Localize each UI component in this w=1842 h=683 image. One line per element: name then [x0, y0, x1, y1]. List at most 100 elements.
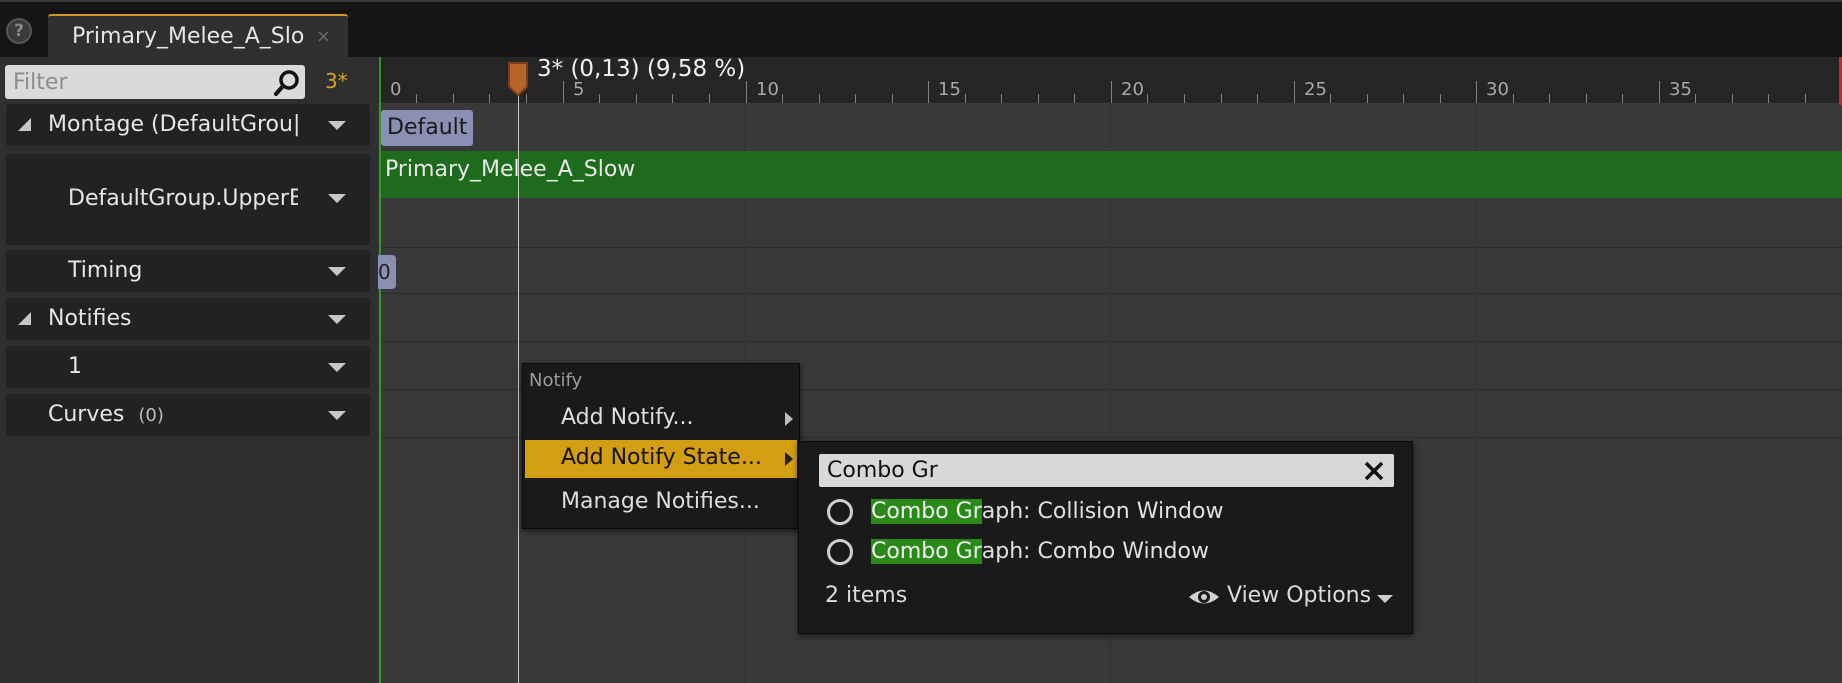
- menu-item-label: Add Notify...: [561, 405, 694, 430]
- minor-tick: [1549, 94, 1550, 103]
- ruler-label: 5: [573, 79, 585, 100]
- track-curves-label: Curves: [48, 402, 125, 427]
- ruler-label: 30: [1486, 79, 1509, 100]
- minor-tick: [1330, 94, 1331, 103]
- playhead-readout: 3* (0,13) (9,58 %): [537, 56, 746, 82]
- track-notify-1[interactable]: 1: [6, 346, 370, 388]
- minor-tick: [1001, 94, 1002, 103]
- minor-tick: [1513, 94, 1514, 103]
- minor-tick: [855, 94, 856, 103]
- chevron-down-icon[interactable]: [328, 267, 346, 276]
- chevron-down-icon: [1377, 595, 1393, 603]
- chevron-down-icon[interactable]: [328, 194, 346, 203]
- asset-tab-title: Primary_Melee_A_Slo: [72, 24, 305, 49]
- track-notifies[interactable]: Notifies: [6, 298, 370, 340]
- track-montage[interactable]: Montage (DefaultGrou|: [6, 104, 370, 146]
- search-icon[interactable]: [273, 69, 301, 97]
- submenu-arrow-icon: [785, 412, 793, 426]
- ruler-label: 35: [1669, 79, 1692, 100]
- menu-item-label: Add Notify State...: [561, 445, 762, 470]
- track-label: Notifies: [48, 306, 132, 331]
- major-tick: [1294, 81, 1295, 103]
- minor-tick: [636, 94, 637, 103]
- minor-tick: [819, 94, 820, 103]
- major-tick: [1659, 81, 1660, 103]
- segment-label: Primary_Melee_A_Slow: [385, 157, 636, 182]
- major-tick: [1111, 81, 1112, 103]
- section-name-tag[interactable]: Default: [381, 110, 474, 146]
- minor-tick: [1768, 94, 1769, 103]
- result-item-collision-window[interactable]: Combo Graph: Collision Window: [827, 495, 1387, 531]
- chevron-down-icon[interactable]: [328, 411, 346, 420]
- menu-item-manage-notifies[interactable]: Manage Notifies...: [525, 484, 797, 522]
- minor-tick: [1257, 94, 1258, 103]
- minor-tick: [782, 94, 783, 103]
- match-highlight: Combo Gr: [871, 539, 982, 564]
- frame-counter: 3*: [325, 69, 348, 93]
- view-options-label: View Options: [1227, 583, 1372, 608]
- close-icon[interactable]: ×: [316, 26, 331, 47]
- chevron-down-icon[interactable]: [328, 315, 346, 324]
- minor-tick: [599, 94, 600, 103]
- ruler-label: 0: [390, 79, 402, 100]
- items-count: 2 items: [825, 583, 908, 608]
- ruler-label: 25: [1304, 79, 1327, 100]
- result-label-rest: aph: Combo Window: [981, 539, 1209, 564]
- result-label: Combo Graph: Combo Window: [871, 539, 1209, 564]
- chevron-down-icon[interactable]: [328, 363, 346, 372]
- filter-input[interactable]: [13, 68, 263, 96]
- minor-tick: [1038, 94, 1039, 103]
- minor-tick: [1805, 94, 1806, 103]
- minor-tick: [453, 94, 454, 103]
- animation-segment[interactable]: Primary_Melee_A_Slow: [381, 151, 1842, 198]
- asset-tab[interactable]: Primary_Melee_A_Slo ×: [48, 14, 348, 59]
- minor-tick: [965, 94, 966, 103]
- track-label: Timing: [68, 258, 143, 283]
- eye-icon: [1189, 590, 1219, 604]
- minor-tick: [892, 94, 893, 103]
- radio-icon[interactable]: [827, 499, 853, 525]
- minor-tick: [1221, 94, 1222, 103]
- minor-tick: [1367, 94, 1368, 103]
- track-label: Montage (DefaultGrou|: [48, 112, 298, 137]
- playhead-line: [518, 80, 519, 683]
- minor-tick: [416, 94, 417, 103]
- picker-search-input[interactable]: [827, 456, 1327, 484]
- menu-header: Notify: [529, 370, 583, 391]
- help-icon[interactable]: ?: [6, 18, 32, 44]
- collapse-triangle-icon[interactable]: [18, 118, 31, 131]
- playhead-marker-icon[interactable]: [507, 61, 529, 97]
- close-icon[interactable]: [1359, 456, 1389, 486]
- major-tick: [563, 81, 564, 103]
- picker-search-box: [819, 454, 1394, 487]
- minor-tick: [1184, 94, 1185, 103]
- submenu-arrow-icon: [785, 452, 793, 466]
- major-tick: [928, 81, 929, 103]
- notify-state-picker: Combo Graph: Collision Window Combo Grap…: [798, 441, 1413, 634]
- minor-tick: [1147, 94, 1148, 103]
- minor-tick: [1622, 94, 1623, 103]
- curves-count: (0): [138, 405, 164, 426]
- track-curves[interactable]: Curves (0): [6, 394, 370, 436]
- minor-tick: [1586, 94, 1587, 103]
- result-item-combo-window[interactable]: Combo Graph: Combo Window: [827, 535, 1387, 571]
- major-tick: [746, 81, 747, 103]
- tab-bar: ? Primary_Melee_A_Slo ×: [0, 0, 1842, 59]
- minor-tick: [1440, 94, 1441, 103]
- timing-marker[interactable]: 0: [378, 255, 396, 289]
- track-timing[interactable]: Timing: [6, 250, 370, 292]
- minor-tick: [489, 94, 490, 103]
- radio-icon[interactable]: [827, 539, 853, 565]
- track-defaultgroup[interactable]: DefaultGroup.UpperB: [6, 154, 370, 245]
- menu-item-add-notify-state[interactable]: Add Notify State...: [525, 440, 797, 478]
- menu-item-add-notify[interactable]: Add Notify...: [525, 400, 797, 438]
- chevron-down-icon[interactable]: [328, 121, 346, 130]
- filter-box: [5, 65, 305, 99]
- minor-tick: [1403, 94, 1404, 103]
- view-options-button[interactable]: View Options: [1187, 583, 1407, 613]
- collapse-triangle-icon[interactable]: [18, 312, 31, 325]
- context-menu: Notify Add Notify... Add Notify State...…: [522, 363, 800, 529]
- ruler-label: 20: [1121, 79, 1144, 100]
- ruler-label: 15: [938, 79, 961, 100]
- minor-tick: [709, 94, 710, 103]
